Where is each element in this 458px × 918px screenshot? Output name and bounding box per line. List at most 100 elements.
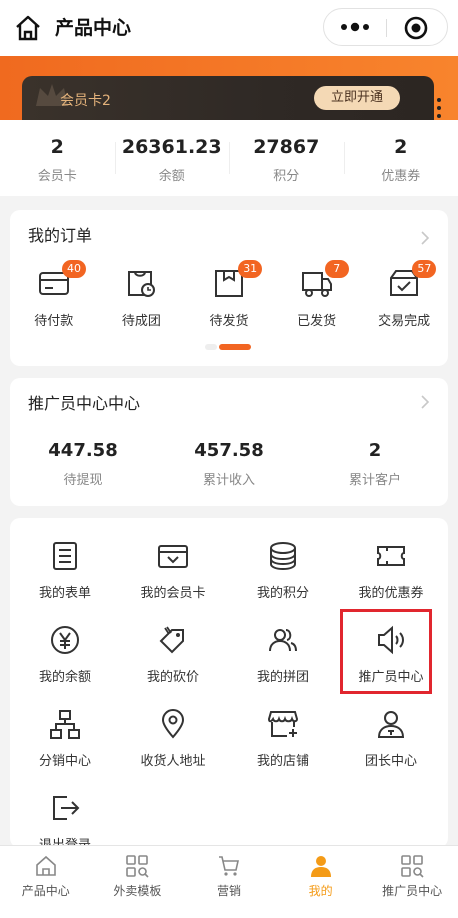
chevron-right-icon[interactable]: [420, 230, 430, 246]
promoter-title[interactable]: 推广员中心中心: [28, 390, 140, 414]
order-pending-shipment[interactable]: 31 待发货: [185, 260, 273, 329]
promo-label: 待提现: [63, 473, 103, 488]
user-icon: [310, 856, 331, 877]
promo-total-customers[interactable]: 2 累计客户: [302, 440, 448, 488]
order-shipped[interactable]: 7 已发货: [273, 260, 361, 329]
stat-balance[interactable]: 26361.23 余额: [114, 120, 230, 196]
promoter-stats-row: 447.58 待提现 457.58 累计收入 2 累计客户: [10, 440, 448, 488]
order-status-label: 待发货: [209, 314, 249, 329]
group-clock-icon: [128, 271, 156, 297]
order-status-row: 40 待付款 待成团 31 待发货 7 已发货 57 交易完成: [10, 260, 448, 329]
count-badge: 31: [238, 260, 263, 278]
cart-icon: [218, 856, 239, 876]
store-icon: [267, 711, 299, 737]
stat-coupons[interactable]: 2 优惠券: [343, 120, 458, 196]
group-icon: [269, 629, 297, 652]
top-header: 产品中心: [0, 0, 458, 56]
yen-icon: [51, 626, 79, 654]
stat-member-cards[interactable]: 2 会员卡: [0, 120, 115, 196]
tool-shipping-address[interactable]: 收货人地址: [118, 708, 228, 769]
tab-product-center[interactable]: 产品中心: [0, 846, 92, 906]
tool-label: 团长中心: [364, 754, 417, 769]
stat-value: 2: [394, 136, 408, 158]
account-stats: 2 会员卡 26361.23 余额 27867 积分 2 优惠券: [0, 120, 458, 196]
tab-label: 外卖模板: [113, 884, 162, 898]
member-banner: 会员卡2 立即开通: [0, 56, 458, 120]
tool-member-card[interactable]: 我的会员卡: [118, 540, 228, 601]
tool-distribution-center[interactable]: 分销中心: [10, 708, 120, 769]
tab-marketing[interactable]: 营销: [183, 846, 275, 906]
stat-value: 27867: [253, 136, 320, 158]
grid-search-icon: [126, 855, 149, 878]
order-status-label: 已发货: [297, 314, 337, 329]
stat-label: 优惠券: [381, 169, 421, 184]
promo-value: 2: [368, 440, 382, 461]
coupon-icon: [377, 546, 405, 566]
promo-label: 累计收入: [202, 473, 255, 488]
tool-my-forms[interactable]: 我的表单: [10, 540, 120, 601]
page-dot-active: [219, 344, 251, 350]
tab-label: 产品中心: [21, 884, 70, 898]
more-icon[interactable]: [338, 17, 372, 37]
stat-label: 余额: [158, 169, 185, 184]
tool-my-group[interactable]: 我的拼团: [228, 624, 338, 685]
mini-program-capsule: [323, 8, 448, 46]
selection-highlight: [340, 609, 432, 694]
stat-label: 积分: [273, 169, 300, 184]
promo-value: 447.58: [48, 440, 118, 461]
activate-button[interactable]: 立即开通: [314, 86, 400, 110]
promoter-card: 推广员中心中心 447.58 待提现 457.58 累计收入 2 累计客户: [10, 378, 448, 506]
tool-label: 我的砍价: [146, 670, 199, 685]
order-completed[interactable]: 57 交易完成: [360, 260, 448, 329]
tab-label: 推广员中心: [382, 884, 443, 898]
close-target-icon[interactable]: [404, 16, 428, 40]
leader-icon: [377, 711, 405, 738]
tool-logout[interactable]: 退出登录: [10, 792, 120, 853]
hierarchy-icon: [50, 710, 80, 739]
chevron-right-icon[interactable]: [420, 394, 430, 410]
tool-label: 我的余额: [38, 670, 91, 685]
order-pending-group[interactable]: 待成团: [98, 266, 186, 329]
tool-label: 我的积分: [256, 586, 309, 601]
stat-label: 会员卡: [37, 169, 77, 184]
bottom-tab-bar: 产品中心 外卖模板 营销 我的 推广员中心: [0, 845, 458, 906]
tool-my-coupons[interactable]: 我的优惠券: [336, 540, 446, 601]
stat-value: 2: [50, 136, 64, 158]
orders-title[interactable]: 我的订单: [28, 222, 92, 246]
tab-label: 营销: [216, 884, 241, 898]
member-card-icon: [158, 545, 188, 568]
tab-takeout-template[interactable]: 外卖模板: [92, 846, 184, 906]
tab-mine[interactable]: 我的: [275, 846, 367, 906]
tool-label: 我的拼团: [256, 670, 309, 685]
tool-leader-center[interactable]: 团长中心: [336, 708, 446, 769]
promo-withdrawable[interactable]: 447.58 待提现: [10, 440, 156, 488]
tool-my-balance[interactable]: 我的余额: [10, 624, 120, 685]
promo-total-income[interactable]: 457.58 累计收入: [156, 440, 302, 488]
tool-my-bargain[interactable]: 我的砍价: [118, 624, 228, 685]
promo-label: 累计客户: [348, 473, 401, 488]
vip-card[interactable]: 会员卡2 立即开通: [22, 76, 434, 120]
home-icon: [35, 855, 56, 876]
safe-area-strip: [0, 906, 458, 918]
tab-label: 我的: [308, 884, 333, 898]
orders-card: 我的订单 40 待付款 待成团 31 待发货 7 已发货 57 交易完成: [10, 210, 448, 366]
points-icon: [270, 542, 296, 571]
form-icon: [53, 542, 77, 570]
order-status-label: 交易完成: [378, 314, 431, 329]
promo-value: 457.58: [194, 440, 264, 461]
count-badge: 40: [62, 260, 86, 278]
stat-value: 26361.23: [121, 136, 222, 158]
tool-label: 我的店铺: [256, 754, 309, 769]
vip-card-name: 会员卡2: [60, 93, 111, 109]
tool-my-store[interactable]: 我的店铺: [228, 708, 338, 769]
order-status-label: 待成团: [121, 314, 161, 329]
tool-label: 收货人地址: [140, 754, 206, 769]
tab-promoter-center[interactable]: 推广员中心: [366, 846, 458, 906]
capsule-divider: [386, 19, 387, 37]
order-pending-payment[interactable]: 40 待付款: [10, 260, 98, 329]
stat-points[interactable]: 27867 积分: [229, 120, 344, 196]
home-icon[interactable]: [14, 14, 42, 42]
order-status-label: 待付款: [34, 314, 74, 329]
tool-label: 我的会员卡: [140, 586, 206, 601]
tool-my-points[interactable]: 我的积分: [228, 540, 338, 601]
